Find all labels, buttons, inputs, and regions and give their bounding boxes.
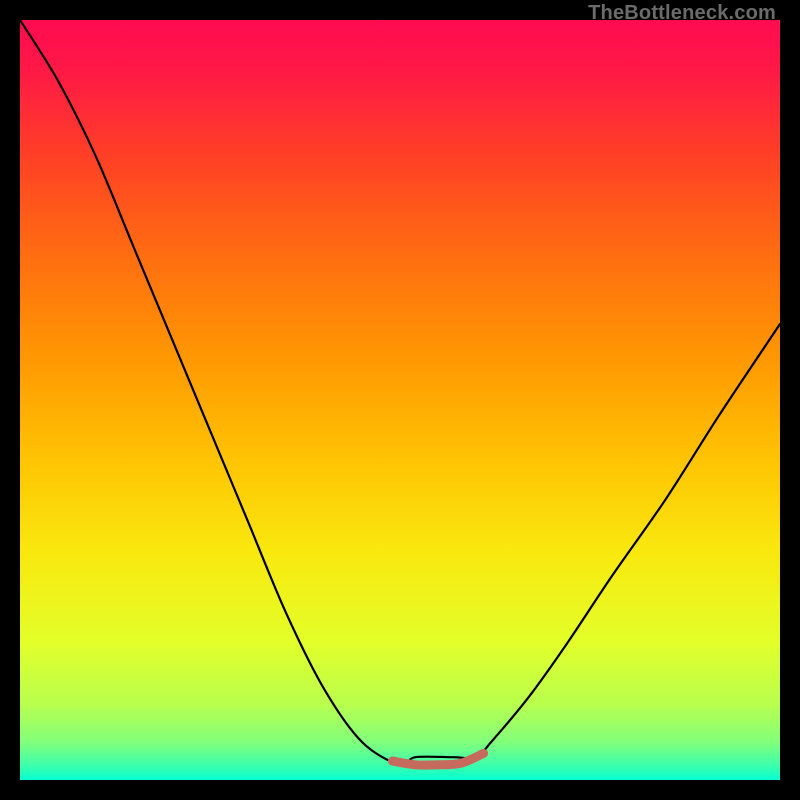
plot-area (20, 20, 780, 780)
curve-layer (20, 20, 780, 780)
flat-segment (392, 753, 483, 765)
bottleneck-curve (20, 20, 780, 765)
chart-frame: TheBottleneck.com (0, 0, 800, 800)
